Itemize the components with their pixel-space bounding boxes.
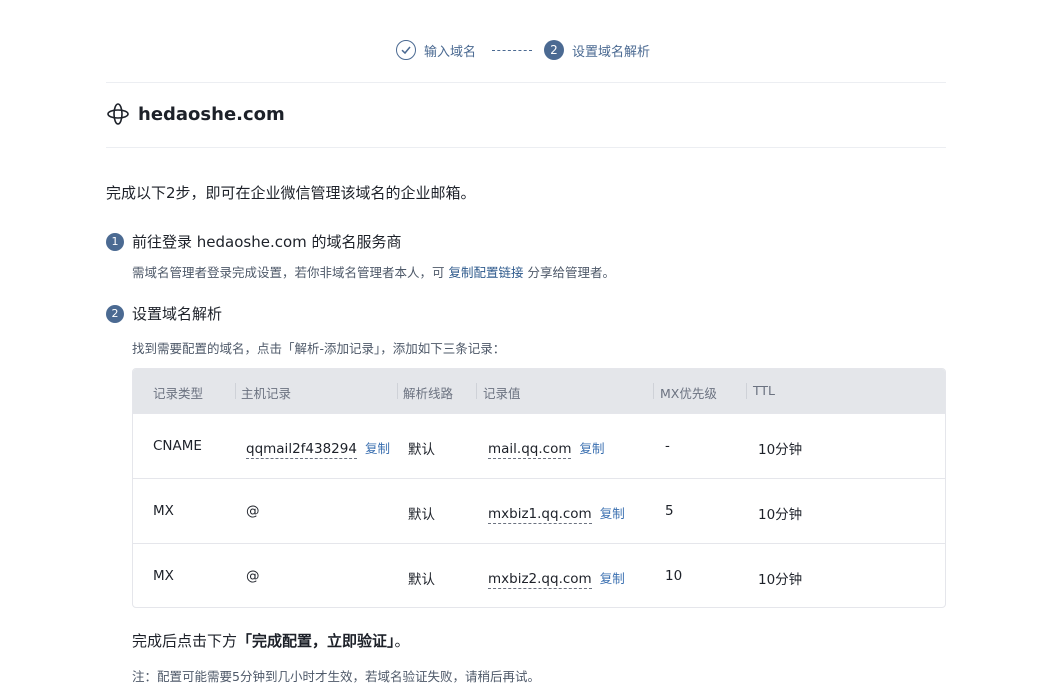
- dns-records-table: 记录类型 主机记录 解析线路 记录值 MX优先级 TTL CNAME qqmai…: [132, 368, 946, 608]
- copy-config-link[interactable]: 复制配置链接: [448, 265, 523, 280]
- table-header: 记录类型 主机记录 解析线路 记录值 MX优先级 TTL: [133, 369, 945, 413]
- record-value-cell: mxbiz2.qq.com 复制: [488, 568, 625, 589]
- copy-host-button[interactable]: 复制: [365, 441, 390, 456]
- resolve-line: 默认: [408, 572, 435, 588]
- step-dns-setup: 2 设置域名解析: [544, 40, 650, 60]
- domain-name: hedaoshe.com: [138, 103, 285, 125]
- step-number-badge: 2: [106, 304, 124, 323]
- record-value-cell: mail.qq.com 复制: [488, 438, 605, 459]
- domain-header: hedaoshe.com: [106, 101, 285, 127]
- host-record: qqmail2f438294: [246, 441, 357, 459]
- column-header: MX优先级: [660, 386, 717, 401]
- record-type: MX: [153, 568, 174, 584]
- column-header: 解析线路: [403, 386, 454, 401]
- step-input-domain: 输入域名: [396, 40, 476, 60]
- globe-icon: [107, 103, 129, 125]
- step1-title: 1 前往登录 hedaoshe.com 的域名服务商: [106, 231, 402, 252]
- column-separator: [235, 383, 236, 399]
- resolve-line: 默认: [408, 507, 435, 523]
- step-label: 输入域名: [424, 44, 477, 60]
- column-separator: [746, 383, 747, 399]
- step-number-badge: 1: [106, 232, 124, 251]
- record-value-cell: mxbiz1.qq.com 复制: [488, 503, 625, 524]
- step-connector: [492, 50, 532, 51]
- check-icon: [396, 40, 416, 60]
- step-label: 设置域名解析: [572, 44, 651, 60]
- note-text: 注：配置可能需要5分钟到几小时才生效，若域名验证失败，请稍后再试。: [132, 669, 540, 684]
- complete-suffix: 。: [394, 632, 410, 650]
- table-row: MX @ 默认 mxbiz1.qq.com 复制 5 10分钟: [133, 478, 945, 543]
- host-record: @: [246, 568, 260, 584]
- record-value: mxbiz1.qq.com: [488, 506, 592, 524]
- column-header: 记录值: [483, 386, 521, 401]
- divider: [106, 82, 946, 83]
- step1-desc-suffix: 分享给管理者。: [523, 265, 615, 280]
- complete-instruction: 完成后点击下方「完成配置，立即验证」。: [132, 630, 410, 651]
- copy-value-button[interactable]: 复制: [600, 506, 625, 521]
- column-separator: [476, 383, 477, 399]
- resolve-line: 默认: [408, 442, 435, 458]
- step1-desc-prefix: 需域名管理者登录完成设置，若你非域名管理者本人，可: [132, 265, 449, 280]
- record-type: MX: [153, 503, 174, 519]
- complete-prefix: 完成后点击下方: [132, 632, 238, 650]
- mx-priority: -: [665, 438, 670, 454]
- table-row: MX @ 默认 mxbiz2.qq.com 复制 10 10分钟: [133, 543, 945, 607]
- host-record: @: [246, 503, 260, 519]
- step1-desc: 需域名管理者登录完成设置，若你非域名管理者本人，可 复制配置链接 分享给管理者。: [132, 262, 615, 281]
- record-value: mxbiz2.qq.com: [488, 571, 592, 589]
- mx-priority: 5: [665, 503, 674, 519]
- column-separator: [397, 383, 398, 399]
- step2-title: 2 设置域名解析: [106, 303, 222, 324]
- table-row: CNAME qqmail2f438294 复制 默认 mail.qq.com 复制 …: [133, 413, 945, 478]
- step2-desc: 找到需要配置的域名，点击「解析-添加记录」，添加如下三条记录：: [132, 341, 506, 356]
- step2-title-text: 设置域名解析: [132, 305, 223, 323]
- column-header: 记录类型: [153, 386, 204, 401]
- host-record-cell: qqmail2f438294 复制: [246, 438, 390, 459]
- intro-text: 完成以下2步，即可在企业微信管理该域名的企业邮箱。: [106, 184, 476, 202]
- mx-priority: 10: [665, 568, 683, 584]
- record-type: CNAME: [153, 438, 202, 454]
- copy-value-button[interactable]: 复制: [579, 441, 604, 456]
- column-header: 主机记录: [241, 386, 292, 401]
- copy-value-button[interactable]: 复制: [600, 571, 625, 586]
- column-separator: [653, 383, 654, 399]
- ttl: 10分钟: [758, 442, 803, 458]
- complete-highlight: 「完成配置，立即验证」: [237, 632, 395, 650]
- step-number: 2: [544, 40, 564, 60]
- column-header: TTL: [753, 383, 776, 398]
- divider: [106, 147, 946, 148]
- stepper: 输入域名 2 设置域名解析: [0, 40, 1057, 62]
- step1-title-text: 前往登录 hedaoshe.com 的域名服务商: [132, 233, 402, 251]
- ttl: 10分钟: [758, 572, 803, 588]
- ttl: 10分钟: [758, 507, 803, 523]
- record-value: mail.qq.com: [488, 441, 572, 459]
